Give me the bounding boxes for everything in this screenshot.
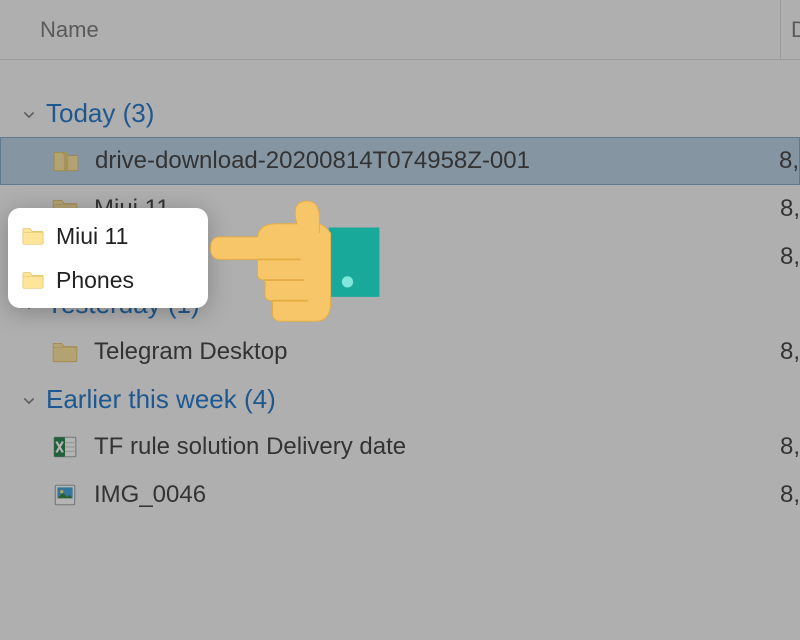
group-header-earlier[interactable]: Earlier this week (4) (0, 376, 800, 423)
zip-folder-icon (53, 148, 79, 174)
file-date-stub: 8, (779, 147, 799, 175)
folder-icon (22, 225, 44, 247)
chevron-down-icon (20, 105, 38, 123)
file-row[interactable]: Telegram Desktop 8, (0, 328, 800, 376)
pointing-hand-icon (210, 190, 380, 340)
callout-item-label: Miui 11 (56, 223, 128, 250)
file-date-stub: 8, (780, 243, 800, 271)
group-header-today[interactable]: Today (3) (0, 90, 800, 137)
file-name: IMG_0046 (94, 481, 800, 509)
highlighted-folders-callout: Miui 11 Phones (8, 208, 208, 308)
file-name: Telegram Desktop (94, 338, 800, 366)
file-row[interactable]: TF rule solution Delivery date 8, (0, 423, 800, 471)
chevron-down-icon (20, 391, 38, 409)
callout-item-label: Phones (56, 267, 134, 294)
column-header-row: Name D (0, 0, 800, 60)
file-name: drive-download-20200814T074958Z-001 (95, 147, 799, 175)
file-date-stub: 8, (780, 433, 800, 461)
image-file-icon (52, 482, 78, 508)
file-row[interactable]: drive-download-20200814T074958Z-001 8, (0, 137, 800, 185)
folder-icon (22, 269, 44, 291)
group-label: Today (3) (46, 98, 154, 129)
column-header-name[interactable]: Name (40, 17, 760, 43)
column-header-date[interactable]: D (780, 0, 800, 59)
file-date-stub: 8, (780, 195, 800, 223)
group-label: Earlier this week (4) (46, 384, 276, 415)
file-date-stub: 8, (780, 481, 800, 509)
file-name: TF rule solution Delivery date (94, 433, 800, 461)
file-date-stub: 8, (780, 338, 800, 366)
file-row[interactable]: IMG_0046 8, (0, 471, 800, 519)
callout-item[interactable]: Miui 11 (8, 214, 208, 258)
excel-file-icon (52, 434, 78, 460)
folder-icon (52, 339, 78, 365)
callout-item[interactable]: Phones (8, 258, 208, 302)
